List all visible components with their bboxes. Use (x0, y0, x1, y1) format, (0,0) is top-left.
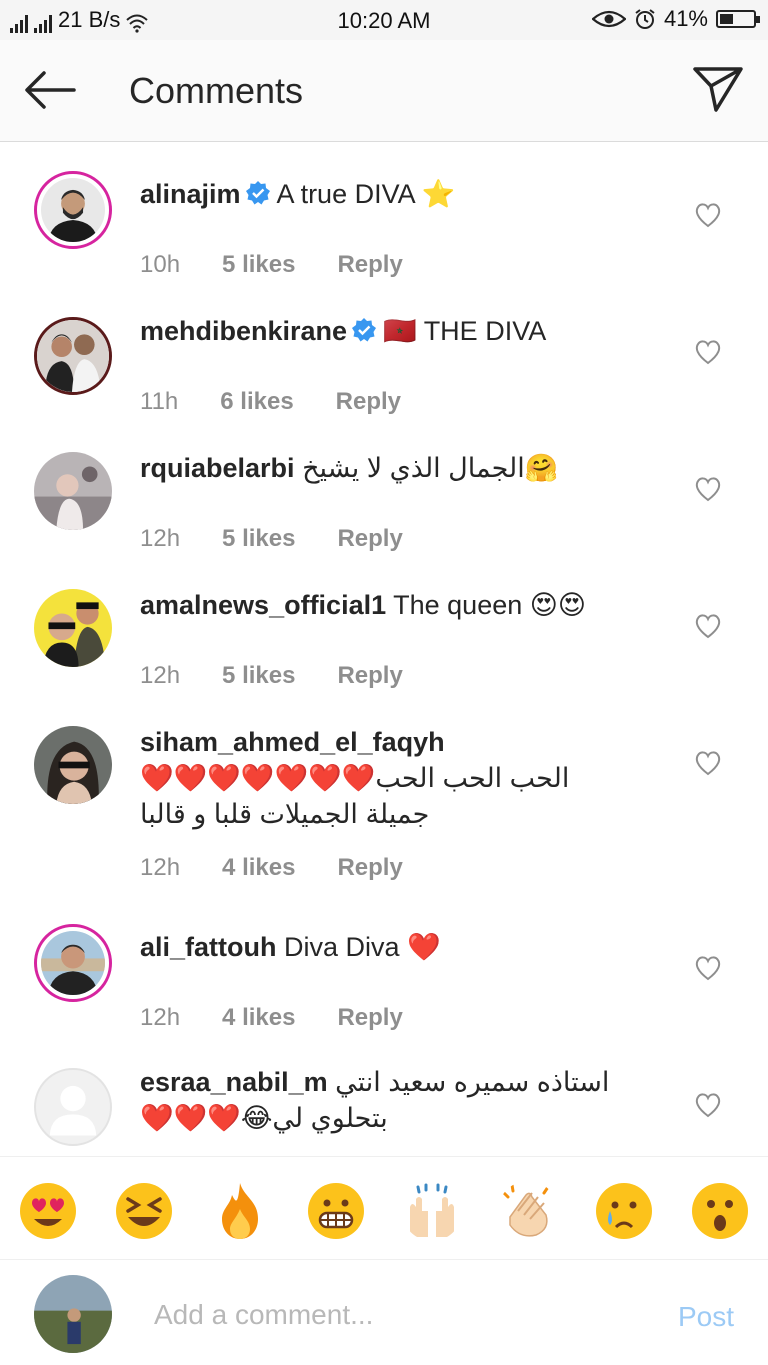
avatar[interactable] (34, 317, 112, 395)
avatar[interactable] (34, 924, 112, 1002)
heart-icon[interactable] (694, 476, 722, 502)
reply-button[interactable]: Reply (337, 662, 402, 690)
comment-text: rquiabelarbi الجمال الذي لا يشيخ🤗 (140, 450, 678, 486)
comment-item: esraa_nabil_m استاذه سميره سعيد انتي بتح… (0, 1058, 768, 1156)
comment-item: ali_fattouh Diva Diva ❤️ 12h 4 likes Rep… (0, 921, 768, 1036)
comment-time: 11h (140, 388, 179, 415)
comment-time: 10h (140, 251, 181, 278)
comment-likes[interactable]: 4 likes (222, 1004, 295, 1032)
reply-button[interactable]: Reply (337, 1004, 402, 1032)
comment-text: mehdibenkirane 🇲🇦 THE DIVA (140, 313, 678, 349)
avatar[interactable] (34, 726, 112, 804)
comments-header: Comments (0, 40, 768, 142)
battery-percent: 41% (663, 6, 708, 31)
comment-time: 12h (140, 854, 181, 881)
comment-body-line2: بتحلوي لي😂❤️❤️❤️ (140, 1103, 388, 1133)
comment-text: siham_ahmed_el_faqyh الحب الحب الحب❤️❤️❤… (140, 724, 678, 832)
comment-composer: Post (0, 1261, 768, 1365)
heart-icon[interactable] (694, 339, 722, 365)
avatar[interactable] (34, 171, 112, 249)
avatar[interactable] (34, 452, 112, 530)
verified-badge-icon (352, 318, 377, 342)
comment-text: esraa_nabil_m استاذه سميره سعيد انتي بتح… (140, 1064, 678, 1136)
heart-icon[interactable] (694, 202, 722, 228)
heart-icon[interactable] (694, 955, 722, 981)
comment-body: The queen 😍😍 (393, 590, 587, 620)
comment-time: 12h (140, 1004, 181, 1031)
alarm-icon (635, 9, 655, 29)
comment-text: amalnews_official1 The queen 😍😍 (140, 587, 678, 623)
surprised-emoji-button[interactable] (690, 1181, 750, 1241)
verified-badge-icon (245, 181, 270, 205)
raised-hands-emoji-button[interactable] (402, 1181, 462, 1241)
battery-fill (720, 14, 733, 24)
comment-likes[interactable]: 5 likes (222, 525, 295, 553)
comment-meta: 12h 4 likes Reply (140, 854, 445, 882)
comment-likes[interactable]: 5 likes (222, 251, 295, 279)
battery-icon (716, 10, 760, 28)
post-button[interactable]: Post (678, 1301, 734, 1333)
reply-button[interactable]: Reply (337, 251, 402, 279)
arrow-left-icon[interactable] (22, 67, 78, 113)
comment-body: Diva Diva ❤️ (284, 932, 441, 962)
comment-item: siham_ahmed_el_faqyh الحب الحب الحب❤️❤️❤… (0, 716, 768, 896)
status-right: 41% (591, 6, 760, 32)
comment-username[interactable]: rquiabelarbi (140, 453, 295, 483)
comment-username[interactable]: alinajim (140, 179, 241, 209)
comment-item: alinajim A true DIVA ⭐ 10h 5 likes Reply (0, 168, 768, 283)
comment-body-line2: جميلة الجميلات قلبا و قالبا (140, 799, 430, 829)
comment-username[interactable]: siham_ahmed_el_faqyh (140, 727, 445, 757)
my-avatar (34, 1275, 112, 1353)
avatar-placeholder[interactable] (34, 1068, 112, 1146)
reply-button[interactable]: Reply (337, 525, 402, 553)
comment-body: الجمال الذي لا يشيخ🤗 (302, 453, 559, 483)
comment-body-line1: الحب الحب الحب❤️❤️❤️❤️❤️❤️❤️ (140, 763, 570, 793)
comment-username[interactable]: esraa_nabil_m (140, 1067, 328, 1097)
fire-emoji-button[interactable] (210, 1181, 270, 1241)
comment-time: 12h (140, 662, 181, 689)
comment-username[interactable]: amalnews_official1 (140, 590, 386, 620)
reply-button[interactable]: Reply (336, 388, 401, 416)
reply-button[interactable]: Reply (337, 854, 402, 882)
comment-body: A true DIVA ⭐ (276, 179, 456, 209)
comment-meta: 11h 6 likes Reply (140, 388, 443, 416)
comment-username[interactable]: ali_fattouh (140, 932, 277, 962)
paper-plane-icon[interactable] (692, 64, 744, 114)
comment-meta: 12h 4 likes Reply (140, 1004, 445, 1032)
comments-list: alinajim A true DIVA ⭐ 10h 5 likes Reply … (0, 143, 768, 1156)
comment-likes[interactable]: 6 likes (220, 388, 293, 416)
comment-body: 🇲🇦 THE DIVA (383, 316, 547, 346)
heart-icon[interactable] (694, 750, 722, 776)
heart-eyes-emoji-button[interactable] (18, 1181, 78, 1241)
comment-likes[interactable]: 5 likes (222, 662, 295, 690)
avatar[interactable] (34, 589, 112, 667)
comment-time: 12h (140, 525, 181, 552)
comment-likes[interactable]: 4 likes (222, 854, 295, 882)
comment-input[interactable] (154, 1297, 634, 1333)
clapping-hands-emoji-button[interactable] (498, 1181, 558, 1241)
comment-item: amalnews_official1 The queen 😍😍 12h 5 li… (0, 579, 768, 694)
comment-text: alinajim A true DIVA ⭐ (140, 176, 678, 212)
crying-emoji-button[interactable] (594, 1181, 654, 1241)
comment-meta: 12h 5 likes Reply (140, 662, 445, 690)
comment-text: ali_fattouh Diva Diva ❤️ (140, 929, 678, 965)
heart-icon[interactable] (694, 613, 722, 639)
comment-meta: 10h 5 likes Reply (140, 251, 445, 279)
comment-item: rquiabelarbi الجمال الذي لا يشيخ🤗 12h 5 … (0, 442, 768, 557)
comment-body-line1: استاذه سميره سعيد انتي (335, 1067, 610, 1097)
status-bar: 21 B/s 10:20 AM 41% (0, 0, 768, 40)
comment-item: mehdibenkirane 🇲🇦 THE DIVA 11h 6 likes Re… (0, 305, 768, 420)
comment-meta: 12h 5 likes Reply (140, 525, 445, 553)
eye-icon (591, 10, 626, 28)
grimacing-emoji-button[interactable] (306, 1181, 366, 1241)
comment-username[interactable]: mehdibenkirane (140, 316, 347, 346)
heart-icon[interactable] (694, 1092, 722, 1118)
page-title: Comments (129, 70, 304, 111)
quick-emoji-bar (0, 1156, 768, 1260)
laughing-emoji-button[interactable] (114, 1181, 174, 1241)
